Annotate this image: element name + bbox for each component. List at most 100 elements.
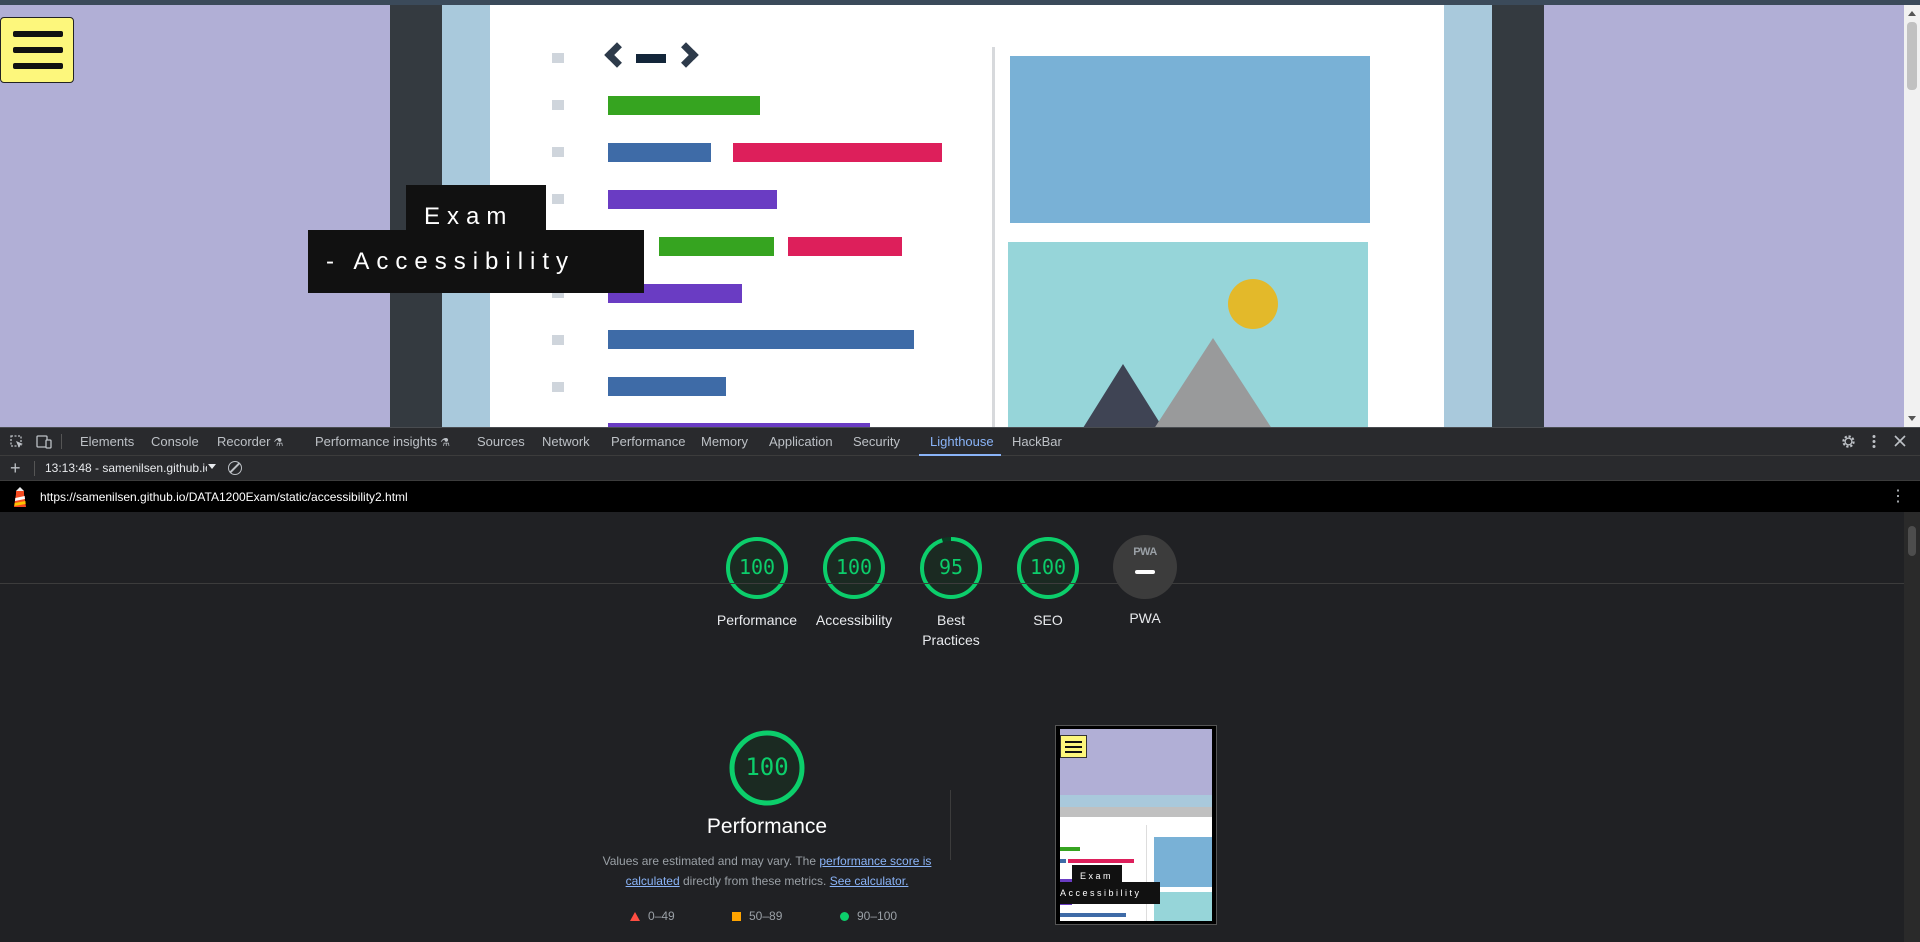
see-calculator-link[interactable]: See calculator. [830, 874, 909, 888]
lighthouse-url-bar: https://samenilsen.github.io/DATA1200Exa… [0, 481, 1920, 512]
desc-text: directly from these metrics. [679, 874, 830, 888]
hamburger-menu-button[interactable] [0, 17, 74, 83]
experiment-flask-icon: ⚗ [440, 437, 450, 449]
close-icon[interactable] [1894, 435, 1906, 447]
legend-pass: 90–100 [840, 909, 897, 923]
list-bullet [552, 335, 564, 345]
list-bullet [552, 53, 564, 63]
toolbar-separator [61, 434, 62, 449]
gauge-label: Accessibility [815, 612, 893, 628]
tab-console[interactable]: Console [151, 434, 199, 449]
legend-fail: 0–49 [630, 909, 675, 923]
tab-performance-insights[interactable]: Performance insights ⚗ [315, 434, 450, 449]
code-line-bar [608, 377, 726, 396]
tab-hackbar[interactable]: HackBar [1012, 434, 1062, 449]
accessibility-heading: - Accessibility [308, 230, 644, 293]
exam-heading: Exam [406, 185, 546, 235]
code-line-bar [733, 143, 942, 162]
tab-security[interactable]: Security [853, 434, 900, 449]
report-scrollbar[interactable] [1904, 512, 1920, 942]
desc-text: Values are estimated and may vary. The [602, 854, 820, 868]
tab-performance-insights-label: Performance insights [315, 434, 438, 449]
gauge-score: 100 [745, 753, 789, 781]
thumbnail-content: Exam Accessibility [1060, 729, 1212, 921]
menu-line [13, 47, 63, 53]
scrollbar-thumb[interactable] [1908, 526, 1916, 556]
report-menu-icon[interactable]: ⋮ [1890, 486, 1906, 506]
code-line-bar [608, 96, 760, 115]
code-line-bar [608, 190, 777, 209]
section-divider [0, 583, 1904, 584]
gauge-score: 100 [1029, 555, 1067, 579]
list-bullet [552, 382, 564, 392]
tab-recorder-label: Recorder [217, 434, 271, 449]
toolbar-separator [34, 461, 35, 476]
settings-icon[interactable] [1841, 434, 1856, 449]
clear-all-icon[interactable] [228, 461, 242, 475]
scroll-up-arrow-icon[interactable] [1908, 11, 1916, 16]
gauge-label: Performance [716, 612, 798, 628]
pwa-dash [1135, 570, 1155, 574]
average-square-icon [732, 912, 741, 921]
scroll-down-arrow-icon[interactable] [1908, 416, 1916, 421]
device-toolbar-icon[interactable] [36, 435, 52, 449]
tab-memory[interactable]: Memory [701, 434, 748, 449]
vertical-divider [950, 790, 951, 860]
legend-average: 50–89 [732, 909, 782, 923]
lighthouse-toolbar: + 13:13:48 - samenilsen.github.io [0, 456, 1920, 481]
sun-icon [1228, 279, 1278, 329]
page-screenshot-thumbnail[interactable]: Exam Accessibility [1055, 725, 1217, 925]
gauge-score: 100 [835, 555, 873, 579]
code-line-bar [608, 330, 914, 349]
menu-line [13, 31, 63, 37]
legend-range: 50–89 [749, 909, 783, 923]
dropdown-caret-icon[interactable] [208, 464, 216, 469]
experiment-flask-icon: ⚗ [273, 437, 284, 449]
list-bullet [552, 100, 564, 110]
tab-elements[interactable]: Elements [80, 434, 134, 449]
more-vert-icon[interactable] [1870, 434, 1878, 449]
report-url[interactable]: https://samenilsen.github.io/DATA1200Exa… [40, 490, 408, 504]
pass-circle-icon [840, 912, 849, 921]
gauge-best-practices[interactable]: 95 Best Practices [906, 535, 996, 650]
menu-line [13, 63, 63, 69]
inspect-icon[interactable] [10, 435, 24, 449]
list-bullet [552, 194, 564, 204]
tab-network[interactable]: Network [542, 434, 590, 449]
tab-lighthouse[interactable]: Lighthouse [930, 434, 994, 449]
illustration-landscape-image [1008, 242, 1368, 427]
gauge-label: SEO [1033, 612, 1063, 628]
tab-recorder[interactable]: Recorder ⚗ [217, 434, 283, 449]
code-dash-icon [636, 54, 666, 63]
gauge-label: Best Practices [922, 612, 980, 648]
code-line-bar [608, 143, 711, 162]
illustration-blue-panel [1010, 56, 1370, 223]
gauge-score: 95 [938, 555, 964, 579]
mountain-icon [1148, 338, 1278, 427]
performance-main-gauge: 100 [727, 728, 807, 808]
tab-performance[interactable]: Performance [611, 434, 685, 449]
pwa-badge-text: PWA [1133, 546, 1157, 558]
lighthouse-logo-icon [14, 487, 26, 507]
illustration-divider [992, 47, 995, 427]
gauge-score: 100 [738, 555, 776, 579]
page-viewport: Exam - Accessibility [0, 0, 1920, 427]
thumbnail-menu-button [1060, 735, 1087, 758]
legend-range: 90–100 [857, 909, 898, 923]
performance-heading: Performance [706, 815, 828, 838]
devtools-panel: Elements Console Recorder ⚗ Performance i… [0, 427, 1920, 942]
report-select[interactable]: 13:13:48 - samenilsen.github.io [45, 461, 207, 475]
list-bullet [552, 147, 564, 157]
tab-application[interactable]: Application [769, 434, 833, 449]
gauge-pwa[interactable]: PWA PWA [1100, 535, 1190, 628]
tab-sources[interactable]: Sources [477, 434, 525, 449]
new-report-plus-icon[interactable]: + [10, 458, 21, 479]
legend-range: 0–49 [648, 909, 675, 923]
scrollbar-thumb[interactable] [1907, 22, 1917, 90]
gauge-label: PWA [1129, 610, 1161, 626]
devtools-tab-bar: Elements Console Recorder ⚗ Performance i… [0, 427, 1920, 456]
page-scrollbar[interactable] [1904, 5, 1920, 427]
code-line-bar [788, 237, 902, 256]
fail-triangle-icon [630, 912, 640, 921]
performance-description: Values are estimated and may vary. The p… [598, 851, 936, 891]
